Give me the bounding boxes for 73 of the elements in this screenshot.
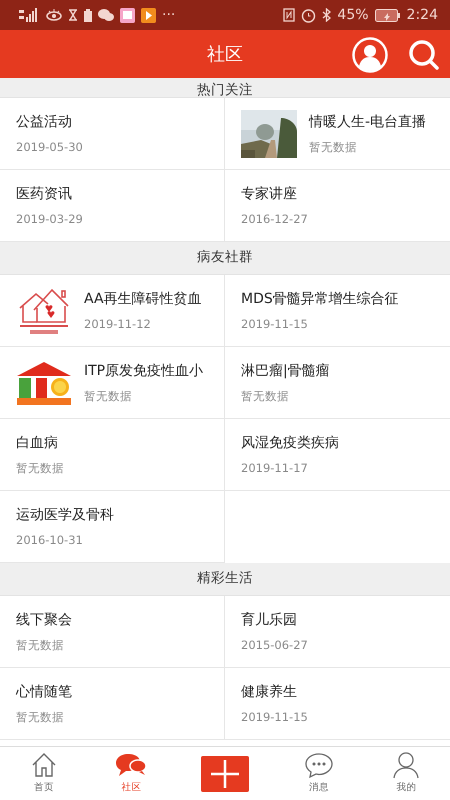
battery-icon (84, 8, 92, 22)
eye-icon (46, 9, 62, 21)
item-subtitle: 暂无数据 (84, 388, 133, 404)
community-item[interactable]: 白血病 暂无数据 (0, 419, 225, 491)
nav-tab[interactable]: 消息 (275, 747, 362, 800)
app-icon (120, 8, 135, 22)
item-title: 医药资讯 (16, 185, 73, 203)
search-button[interactable] (408, 39, 440, 71)
nav-tab[interactable]: 我的 (362, 747, 450, 800)
item-title: 情暖人生-电台直播 (309, 112, 426, 130)
battery-icon (374, 8, 401, 22)
item-title: ITP原发免疫性血小 (84, 362, 204, 380)
sun-house-logo-icon (16, 360, 72, 406)
hourglass-icon (68, 9, 78, 21)
item-title: 公益活动 (16, 113, 73, 131)
item-title: MDS骨髓异常增生综合征 (241, 290, 399, 308)
item-title: 风湿免疫类疾病 (241, 434, 339, 452)
profile-button[interactable] (352, 37, 388, 73)
alarm-icon (301, 8, 316, 22)
nav-tab[interactable]: 社区 (88, 747, 175, 800)
clock: 2:24 (406, 7, 438, 23)
speech-bubble-icon (304, 751, 334, 779)
chat-icon (98, 9, 114, 21)
item-subtitle: 2019-03-29 (16, 212, 83, 226)
community-item[interactable]: AA再生障碍性贫血 2019-11-12 (0, 275, 225, 347)
plus-icon (210, 758, 240, 788)
item-subtitle: 暂无数据 (241, 388, 290, 404)
item-title: 线下聚会 (16, 610, 72, 628)
item-subtitle: 暂无数据 (309, 140, 358, 154)
item-subtitle: 2019-11-17 (241, 461, 309, 475)
item-subtitle: 2019-05-30 (16, 140, 83, 154)
item-subtitle: 2016-10-31 (16, 533, 84, 547)
item-subtitle: 2019-11-15 (241, 317, 309, 331)
item-subtitle: 2015-06-27 (241, 638, 308, 652)
item-subtitle: 2016-12-27 (241, 212, 308, 226)
item-title: 心情随笔 (16, 682, 72, 700)
item-subtitle: 2019-11-15 (241, 710, 308, 724)
community-item[interactable]: 情暖人生-电台直播 暂无数据 (225, 98, 450, 170)
item-title: 育儿乐园 (241, 611, 298, 629)
community-item[interactable]: MDS骨髓异常增生综合征 2019-11-15 (225, 275, 450, 347)
item-title: 运动医学及骨科 (16, 506, 114, 524)
community-item[interactable]: 健康养生 2019-11-15 (225, 668, 450, 740)
section-title: 精彩生活 (197, 572, 253, 586)
item-title: 白血病 (16, 434, 59, 452)
signal-icon (18, 8, 40, 22)
item-title: AA再生障碍性贫血 (84, 290, 202, 308)
play-icon (141, 8, 156, 22)
item-subtitle: 2019-11-12 (84, 317, 152, 331)
chat-bubbles-icon (115, 751, 148, 779)
community-item[interactable]: 心情随笔 暂无数据 (0, 668, 225, 740)
nav-tab[interactable]: 首页 (0, 747, 88, 800)
item-subtitle: 暂无数据 (16, 460, 64, 476)
community-item[interactable]: 公益活动 2019-05-30 (0, 98, 225, 170)
battery-percent: 45% (337, 7, 369, 23)
person-icon (393, 751, 420, 779)
page-title: 社区 (207, 43, 243, 66)
item-subtitle: 暂无数据 (16, 710, 65, 724)
item-title: 专家讲座 (241, 185, 298, 203)
more-indicator: ··· (162, 7, 176, 23)
home-icon (30, 751, 58, 779)
community-item[interactable]: 育儿乐园 2015-06-27 (225, 596, 450, 668)
section-title: 热门关注 (197, 84, 253, 97)
item-title: 淋巴瘤|骨髓瘤 (241, 362, 330, 380)
community-item[interactable]: ITP原发免疫性血小 暂无数据 (0, 347, 225, 419)
section-title: 病友社群 (197, 251, 253, 265)
community-item[interactable]: 风湿免疫类疾病 2019-11-17 (225, 419, 450, 491)
nfc-icon (283, 8, 296, 22)
item-title: 健康养生 (241, 683, 298, 701)
item-subtitle: 暂无数据 (16, 638, 65, 652)
community-item[interactable]: 线下聚会 暂无数据 (0, 596, 225, 668)
community-item[interactable]: 淋巴瘤|骨髓瘤 暂无数据 (225, 347, 450, 419)
bluetooth-icon (322, 8, 332, 22)
add-button[interactable] (201, 756, 249, 792)
